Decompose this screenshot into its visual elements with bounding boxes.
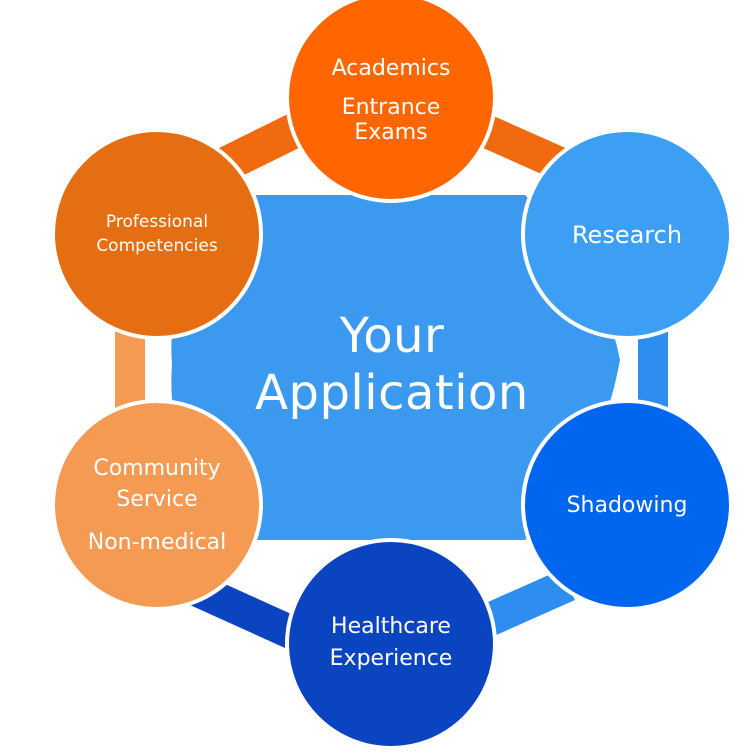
label-community: Community Service Non-medical [57,450,257,560]
label-professional-line-1: Professional [105,212,209,232]
center-label-line-2: Application [255,365,529,421]
label-community-line-3: Non-medical [87,529,227,555]
label-academics: Academics Entrance Exams [291,40,491,160]
label-professional-line-2: Competencies [96,236,218,256]
label-community-line-1: Community [93,455,221,481]
label-shadowing-line-1: Shadowing [566,492,688,518]
center-label: Your Application [172,290,612,440]
label-research-line-1: Research [571,221,683,249]
label-academics-line-2: Entrance [341,94,441,120]
label-healthcare-line-2: Experience [329,646,453,671]
label-research: Research [527,210,727,260]
label-community-line-2: Service [116,486,198,512]
center-label-line-1: Your [339,308,445,364]
label-healthcare: Healthcare Experience [291,605,491,681]
label-academics-line-1: Academics [331,55,451,81]
label-shadowing: Shadowing [527,482,727,528]
label-professional: Professional Competencies [57,208,257,260]
label-healthcare-line-1: Healthcare [331,614,451,639]
label-academics-line-3: Exams [354,119,428,145]
